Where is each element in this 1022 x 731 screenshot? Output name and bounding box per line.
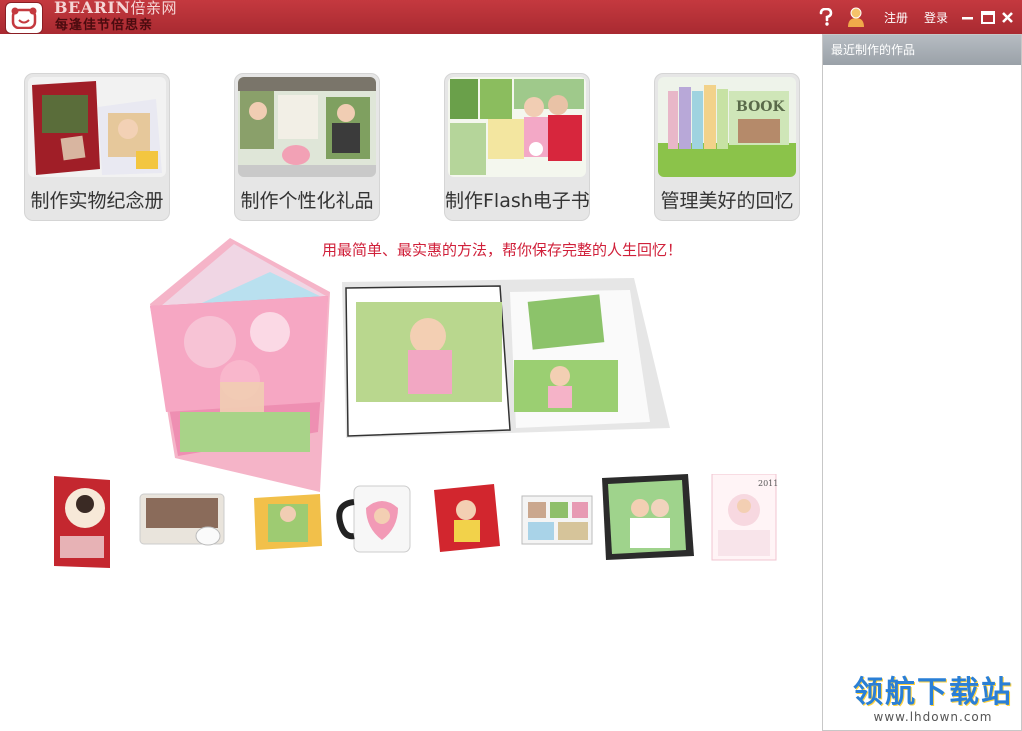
photo-frame-product [602, 474, 694, 560]
photo-collage-product [521, 495, 593, 545]
title-bar: BEARIN倍亲网 每逢佳节倍思亲 注册 登录 [0, 0, 1022, 34]
recent-works-header: 最近制作的作品 [823, 35, 1021, 65]
category-label: 制作Flash电子书 [445, 190, 590, 212]
watermark: 领航下载站 www.lhdown.com [853, 675, 1013, 725]
login-link[interactable]: 登录 [924, 9, 948, 26]
category-gift[interactable]: 制作个性化礼品 [234, 73, 380, 221]
desk-calendar-product [54, 476, 110, 568]
category-label: 管理美好的回忆 [660, 190, 794, 212]
close-icon[interactable] [999, 9, 1016, 26]
brand-slogan: 每逢佳节倍思亲 [55, 18, 154, 33]
product-showcase: 2011 [54, 474, 778, 568]
watermark-url: www.lhdown.com [873, 710, 993, 724]
photo-card-product [434, 484, 500, 552]
gift-icon [238, 77, 376, 177]
photo-puzzle-product [254, 494, 322, 550]
minimize-icon[interactable] [959, 9, 976, 26]
category-manage-memories[interactable]: BOOK 管理美好的回忆 [654, 73, 800, 221]
photo-mug-product [336, 485, 411, 553]
book-word: BOOK [736, 99, 785, 115]
mouse-pad-product [139, 493, 225, 546]
category-flash-book[interactable]: 制作Flash电子书 [444, 73, 590, 221]
recent-works-panel: 最近制作的作品 领航下载站 www.lhdown.com [822, 34, 1022, 731]
category-label: 制作实物纪念册 [30, 190, 164, 212]
watermark-title: 领航下载站 [853, 675, 1013, 710]
maximize-icon[interactable] [979, 9, 996, 26]
category-label: 制作个性化礼品 [240, 190, 374, 212]
open-photo-album-graphic [342, 278, 670, 438]
titlebar-controls: 注册 登录 [816, 0, 1016, 34]
question-icon[interactable] [816, 7, 836, 27]
category-photo-album[interactable]: 制作实物纪念册 [24, 73, 170, 221]
bear-logo-icon [5, 2, 43, 34]
main-panel: 制作实物纪念册 制作个性化礼品 制作Flash电子书 BOOK 管理美好的回忆 … [0, 34, 822, 731]
calendar-year: 2011 [758, 479, 778, 488]
person-icon[interactable] [846, 7, 866, 27]
books-icon: BOOK [658, 77, 796, 177]
photo-album-icon [28, 77, 166, 177]
flash-book-icon [448, 77, 586, 177]
register-link[interactable]: 注册 [884, 9, 908, 26]
wall-calendar-product: 2011 [711, 474, 778, 561]
flipping-album-graphic [150, 238, 330, 492]
